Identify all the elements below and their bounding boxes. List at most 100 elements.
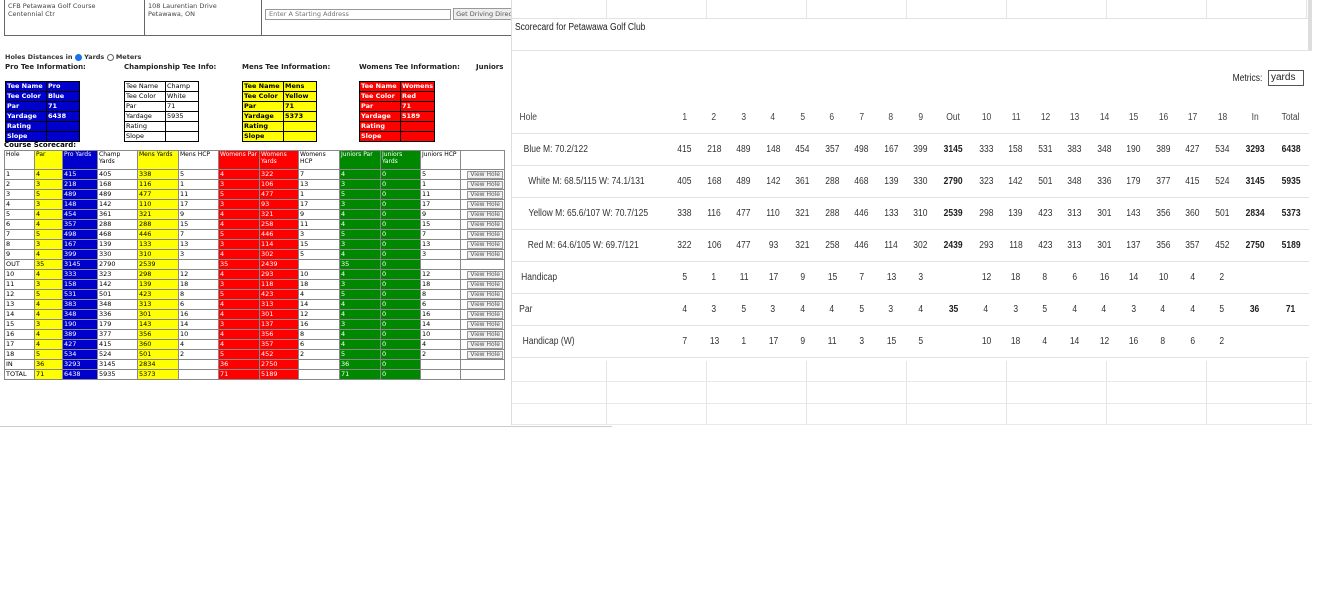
- grid-cell-value: 298: [979, 208, 994, 219]
- view-hole-button[interactable]: View Hole: [467, 311, 503, 319]
- tee-info-row: Tee Name Mens: [242, 81, 317, 92]
- scorecard-cell: 15: [4, 319, 35, 330]
- grid-cell: 3: [699, 293, 729, 326]
- grid-cell: 258: [817, 229, 847, 262]
- scorecard-cell: 0: [380, 289, 421, 300]
- scorecard-cell: 4: [218, 309, 260, 320]
- scorecard-column-header: [460, 150, 505, 170]
- scorecard-cell: 4: [218, 249, 260, 260]
- grid-cell-value: 534: [1215, 144, 1230, 155]
- scorecard-cell: 5373: [137, 369, 179, 380]
- scorecard-cell: 356: [137, 329, 179, 340]
- grid-cell-value: 1: [741, 336, 747, 347]
- grid-cell-value: 6438: [1281, 144, 1301, 155]
- tee-info-row: Slope: [124, 131, 199, 142]
- yards-radio[interactable]: [74, 53, 82, 61]
- scorecard-cell: 4: [218, 169, 260, 180]
- grid-cell: 427: [1178, 133, 1208, 166]
- scorecard-cell: 446: [137, 229, 179, 240]
- grid-cell-value: 139: [1008, 208, 1023, 219]
- grid-cell-value: 477: [736, 240, 751, 251]
- grid-cell-value: 5189: [1281, 240, 1301, 251]
- grid-cell-value: 322: [677, 240, 692, 251]
- divider: [512, 18, 1312, 19]
- scorecard-cell: 18: [4, 349, 35, 360]
- view-hole-button[interactable]: View Hole: [467, 251, 503, 259]
- scorecard-cell: 4: [34, 329, 63, 340]
- scorecard-row: 5 4 454 361 321 9 4 321 9 4 0 9 View Hole: [4, 209, 505, 220]
- meters-radio[interactable]: [106, 53, 114, 61]
- view-hole-button[interactable]: View Hole: [467, 211, 503, 219]
- grid-cell: 4: [1178, 293, 1208, 326]
- grid-cell: 4: [1030, 325, 1060, 358]
- view-hole-button[interactable]: View Hole: [467, 281, 503, 289]
- tee-info-value: Red: [399, 91, 436, 102]
- grid-cell: 35: [935, 293, 972, 326]
- grid-cell-value: 356: [1156, 208, 1171, 219]
- view-hole-button[interactable]: View Hole: [467, 321, 503, 329]
- view-hole-button[interactable]: View Hole: [467, 221, 503, 229]
- view-hole-button[interactable]: View Hole: [467, 181, 503, 189]
- scorecard-cell: 6: [4, 219, 35, 230]
- tee-info-value: [46, 131, 80, 142]
- scorecard-cell: IN: [4, 359, 35, 370]
- grid-cell: 110: [758, 197, 788, 230]
- scorecard-column-header: Womens Par: [218, 150, 260, 170]
- grid-cell: 148: [758, 133, 788, 166]
- pro-tee-table: Tee Name Pro Tee Color Blue Par 71 Yardage 6438…: [5, 81, 80, 142]
- scorecard-cell: 6: [420, 299, 461, 310]
- grid-cell-value: 5: [918, 336, 924, 347]
- scorecard-cell: 446: [259, 229, 299, 240]
- grid-cell-value: 35: [948, 304, 959, 315]
- grid-cell-value: 15: [827, 272, 837, 283]
- scorecard-cell: 2539: [137, 259, 179, 270]
- grid-cell-value: 148: [766, 144, 781, 155]
- grid-cell: 501: [1030, 165, 1060, 198]
- scorecard-row: 16 4 389 377 356 10 4 356 8 4 0 10 View Hole: [4, 329, 505, 340]
- scorecard-cell: 361: [97, 209, 138, 220]
- scorecard-cell: 0: [380, 219, 421, 230]
- grid-cell-value: 218: [707, 144, 722, 155]
- scorecard-cell: 4: [339, 299, 381, 310]
- grid-column-header: 14: [1089, 102, 1119, 134]
- grid-cell-value: 454: [795, 144, 810, 155]
- grid-row-label: Yellow M: 65.6/107 W: 70.7/125: [512, 197, 670, 230]
- grid-cell: 498: [847, 133, 877, 166]
- scorecard-cell: 16: [420, 309, 461, 320]
- metrics-select[interactable]: yards: [1268, 70, 1304, 86]
- scorecard-cell: 2: [178, 349, 219, 360]
- grid-cell: 10: [971, 325, 1001, 358]
- view-hole-button[interactable]: View Hole: [467, 271, 503, 279]
- grid-cell-value: 143: [1126, 208, 1141, 219]
- scorecard-cell: 3293: [62, 359, 98, 370]
- view-hole-button[interactable]: View Hole: [467, 201, 503, 209]
- scrollbar[interactable]: [1308, 0, 1312, 50]
- view-hole-button[interactable]: View Hole: [467, 171, 503, 179]
- view-hole-button[interactable]: View Hole: [467, 301, 503, 309]
- view-hole-button[interactable]: View Hole: [467, 241, 503, 249]
- grid-cell-value: 489: [736, 144, 751, 155]
- view-hole-cell: View Hole: [460, 269, 505, 280]
- grid-column-header: 3: [729, 102, 759, 134]
- grid-cell: 333: [971, 133, 1001, 166]
- grid-cell-value: 18: [1011, 272, 1021, 283]
- starting-address-input[interactable]: [265, 8, 451, 20]
- grid-cell: 9: [788, 325, 818, 358]
- grid-cell: 452: [1207, 229, 1237, 262]
- view-hole-button[interactable]: View Hole: [467, 341, 503, 349]
- grid-cell: [1273, 325, 1309, 358]
- grid-cell-value: 1: [711, 272, 717, 283]
- tee-info-label: Rating: [5, 121, 47, 132]
- scorecard-cell: 3: [218, 239, 260, 250]
- view-hole-button[interactable]: View Hole: [467, 331, 503, 339]
- view-hole-button[interactable]: View Hole: [467, 291, 503, 299]
- grid-cell: 4: [1089, 293, 1119, 326]
- womens-tee-heading: Womens Tee Information:: [359, 63, 460, 71]
- grid-cell-value: 110: [766, 208, 781, 219]
- grid-column-header-text: Total: [1282, 112, 1300, 123]
- view-hole-button[interactable]: View Hole: [467, 351, 503, 359]
- view-hole-button[interactable]: View Hole: [467, 191, 503, 199]
- view-hole-button[interactable]: View Hole: [467, 231, 503, 239]
- grid-cell: 2: [1207, 325, 1237, 358]
- driving-directions-button[interactable]: Get Driving Directi: [453, 8, 520, 20]
